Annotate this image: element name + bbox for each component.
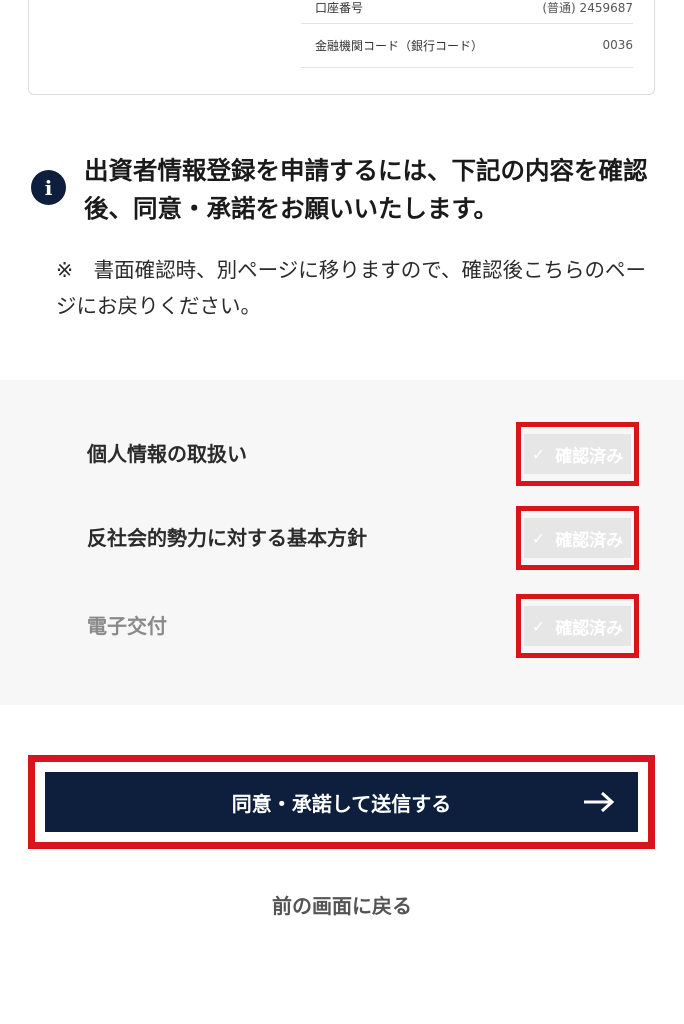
document-label: 反社会的勢力に対する基本方針 — [87, 526, 367, 550]
document-confirmation-panel: 個人情報の取扱い ✓ 確認済み 反社会的勢力に対する基本方針 ✓ 確認済み 電子… — [0, 380, 684, 705]
confirmed-status-button[interactable]: ✓ 確認済み — [516, 506, 639, 570]
document-label: 電子交付 — [87, 614, 167, 638]
account-number-label: 口座番号 — [315, 0, 364, 15]
back-link[interactable]: 前の画面に戻る — [0, 890, 684, 919]
agree-and-submit-button[interactable]: 同意・承諾して送信する — [45, 772, 638, 832]
document-row-electronic-delivery: 電子交付 ✓ 確認済み — [0, 594, 684, 658]
submit-label: 同意・承諾して送信する — [231, 791, 452, 816]
account-number-value: (普通) 2459687 — [542, 0, 633, 15]
check-icon: ✓ — [531, 528, 546, 548]
bank-code-label: 金融機関コード（銀行コード） — [315, 38, 484, 53]
notice-note: ※ 書面確認時、別ページに移りますので、確認後こちらのページにお戻りください。 — [56, 258, 646, 318]
document-label: 個人情報の取扱い — [87, 442, 247, 466]
status-label: 確認済み — [555, 446, 624, 467]
bank-account-card: 口座番号 (普通) 2459687 金融機関コード（銀行コード） 0036 — [28, 0, 655, 95]
document-row-privacy: 個人情報の取扱い ✓ 確認済み — [0, 422, 684, 486]
info-icon: i — [31, 170, 66, 205]
confirmed-status-button[interactable]: ✓ 確認済み — [516, 594, 639, 658]
check-icon: ✓ — [531, 444, 546, 464]
bank-code-row: 金融機関コード（銀行コード） 0036 — [301, 23, 633, 68]
arrow-right-icon — [584, 791, 615, 813]
bank-code-value: 0036 — [602, 38, 633, 52]
status-label: 確認済み — [555, 530, 624, 551]
account-number-row: 口座番号 (普通) 2459687 — [301, 0, 633, 24]
document-row-antisocial-policy: 反社会的勢力に対する基本方針 ✓ 確認済み — [0, 506, 684, 570]
confirmed-status-button[interactable]: ✓ 確認済み — [516, 422, 639, 486]
notice-title: 出資者情報登録を申請するには、下記の内容を確認後、同意・承諾をお願いいたします。 — [84, 156, 648, 223]
status-label: 確認済み — [555, 618, 624, 639]
submit-highlight: 同意・承諾して送信する — [28, 755, 655, 849]
check-icon: ✓ — [531, 616, 546, 636]
